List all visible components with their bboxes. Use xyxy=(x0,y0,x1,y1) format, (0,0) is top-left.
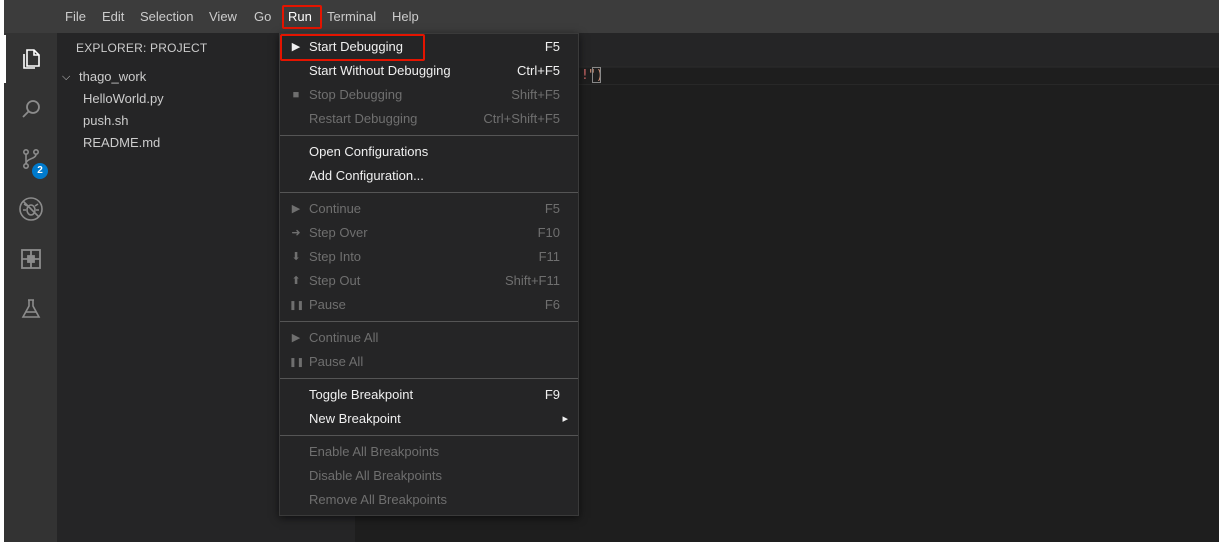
file-label: HelloWorld.py xyxy=(83,91,164,106)
menu-item-shortcut: F5 xyxy=(544,201,560,216)
chevron-down-icon: ⌵ xyxy=(62,71,71,83)
menu-item-step-into[interactable]: ⬇ Step Into F11 xyxy=(280,245,578,269)
flask-icon[interactable] xyxy=(4,285,57,333)
menu-item-continue[interactable]: ▶ Continue F5 xyxy=(280,197,578,221)
files-icon[interactable] xyxy=(4,35,57,83)
menu-help[interactable]: Help xyxy=(392,0,419,33)
menu-item-label: Step Into xyxy=(309,249,362,264)
submenu-arrow-icon: ▸ xyxy=(562,413,568,425)
menu-separator xyxy=(280,378,578,379)
continue-icon: ▶ xyxy=(291,203,301,215)
bracket-match-box xyxy=(592,67,601,83)
menu-view[interactable]: View xyxy=(209,0,237,33)
menu-item-toggle-breakpoint[interactable]: Toggle Breakpoint F9 xyxy=(280,383,578,407)
menu-item-label: Continue All xyxy=(309,330,379,345)
pause-icon: ❚❚ xyxy=(289,300,305,310)
menu-item-start-without-debugging[interactable]: Start Without Debugging Ctrl+F5 xyxy=(280,59,578,83)
menu-item-label: Pause xyxy=(309,297,346,312)
menu-item-label: Remove All Breakpoints xyxy=(309,492,448,507)
arrow-right-icon: ➜ xyxy=(291,227,301,239)
menu-separator xyxy=(280,192,578,193)
debug-icon[interactable] xyxy=(4,185,57,233)
menu-file[interactable]: File xyxy=(65,0,86,33)
explorer-title: EXPLORER: PROJECT xyxy=(76,41,208,55)
menu-go[interactable]: Go xyxy=(254,0,271,33)
menubar: File Edit Selection View Go Run Terminal… xyxy=(4,0,1219,33)
activity-bar: 2 xyxy=(4,33,57,542)
menu-selection[interactable]: Selection xyxy=(140,0,193,33)
menu-item-label: Enable All Breakpoints xyxy=(309,444,440,459)
menu-item-remove-all-breakpoints[interactable]: Remove All Breakpoints xyxy=(280,488,578,512)
menu-item-shortcut: F6 xyxy=(544,297,560,312)
menu-separator xyxy=(280,135,578,136)
menu-item-label: Step Over xyxy=(309,225,368,240)
file-label: README.md xyxy=(83,135,161,150)
arrow-up-icon: ⬆ xyxy=(291,275,301,287)
menu-item-shortcut: F11 xyxy=(538,249,560,264)
menu-item-disable-all-breakpoints[interactable]: Disable All Breakpoints xyxy=(280,464,578,488)
menu-item-label: Stop Debugging xyxy=(309,87,403,102)
menu-item-enable-all-breakpoints[interactable]: Enable All Breakpoints xyxy=(280,440,578,464)
extensions-icon[interactable] xyxy=(4,235,57,283)
menu-item-pause[interactable]: ❚❚ Pause F6 xyxy=(280,293,578,317)
menu-item-new-breakpoint[interactable]: New Breakpoint ▸ xyxy=(280,407,578,431)
menu-item-pause-all[interactable]: ❚❚ Pause All xyxy=(280,350,578,374)
menu-item-shortcut: F9 xyxy=(544,387,560,402)
menu-item-shortcut: F5 xyxy=(544,39,560,54)
active-indicator xyxy=(4,35,6,83)
menu-item-shortcut: Shift+F5 xyxy=(511,87,560,102)
search-icon[interactable] xyxy=(4,85,57,133)
menu-item-label: Start Without Debugging xyxy=(309,63,451,78)
menu-item-shortcut: Ctrl+Shift+F5 xyxy=(483,111,560,126)
menu-item-shortcut: Shift+F11 xyxy=(504,273,560,288)
arrow-down-icon: ⬇ xyxy=(291,251,301,263)
menu-item-open-configurations[interactable]: Open Configurations xyxy=(280,140,578,164)
menu-item-label: Pause All xyxy=(309,354,364,369)
menu-item-shortcut: F10 xyxy=(537,225,560,240)
menu-item-stop-debugging[interactable]: ■ Stop Debugging Shift+F5 xyxy=(280,83,578,107)
source-control-badge: 2 xyxy=(32,163,48,179)
menu-item-label: Step Out xyxy=(309,273,361,288)
run-menu-dropdown: ▶ Start Debugging F5 Start Without Debuggin… xyxy=(279,33,579,516)
menu-item-label: Add Configuration... xyxy=(309,168,424,183)
menu-terminal[interactable]: Terminal xyxy=(327,0,376,33)
menu-item-step-out[interactable]: ⬆ Step Out Shift+F11 xyxy=(280,269,578,293)
vscode-window: File Edit Selection View Go Run Terminal… xyxy=(4,0,1219,542)
menu-item-step-over[interactable]: ➜ Step Over F10 xyxy=(280,221,578,245)
menu-item-restart-debugging[interactable]: Restart Debugging Ctrl+Shift+F5 xyxy=(280,107,578,131)
source-control-icon[interactable]: 2 xyxy=(4,135,57,183)
menu-item-label: Restart Debugging xyxy=(309,111,418,126)
stop-icon: ■ xyxy=(292,89,300,101)
menu-edit[interactable]: Edit xyxy=(102,0,124,33)
menu-separator xyxy=(280,321,578,322)
pause-icon: ❚❚ xyxy=(289,357,305,367)
menu-item-label: Toggle Breakpoint xyxy=(309,387,414,402)
file-label: push.sh xyxy=(83,113,129,128)
start-debugging-highlight xyxy=(280,34,425,61)
menu-item-label: New Breakpoint xyxy=(309,411,401,426)
menu-item-label: Disable All Breakpoints xyxy=(309,468,442,483)
menu-item-shortcut: Ctrl+F5 xyxy=(517,63,560,78)
continue-icon: ▶ xyxy=(291,332,301,344)
menu-item-add-configuration[interactable]: Add Configuration... xyxy=(280,164,578,188)
menu-separator xyxy=(280,435,578,436)
run-menu-highlight xyxy=(282,5,322,29)
menu-item-label: Open Configurations xyxy=(309,144,429,159)
folder-label: thago_work xyxy=(79,69,147,84)
menu-item-continue-all[interactable]: ▶ Continue All xyxy=(280,326,578,350)
menu-item-label: Continue xyxy=(309,201,362,216)
